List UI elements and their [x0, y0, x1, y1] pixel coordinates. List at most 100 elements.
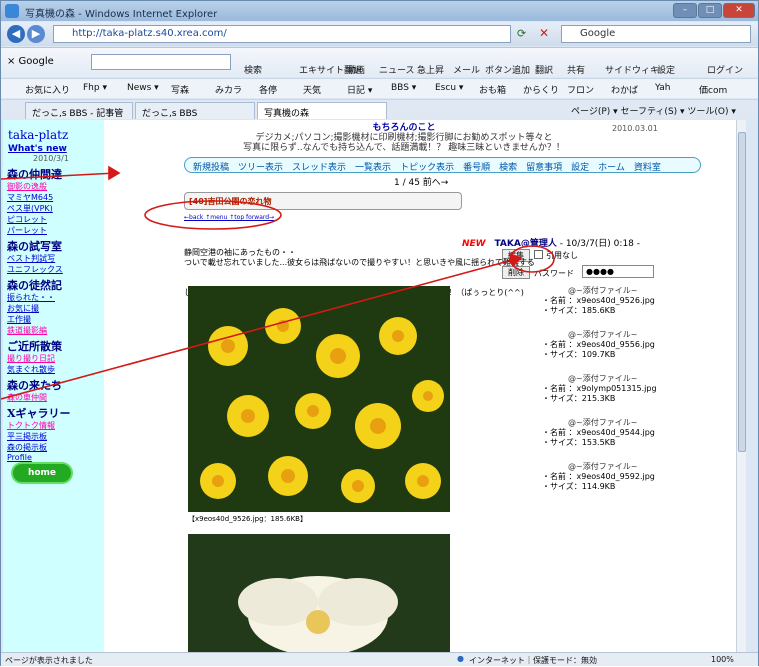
- url-field[interactable]: http://taka-platz.s40.xrea.com/: [53, 25, 511, 43]
- close-button[interactable]: ✕: [723, 3, 755, 18]
- tab-bar: だっこ,s BBS - 記事管理 だっこ,s BBS 写真機の森 ページ(P) …: [1, 99, 758, 132]
- bbs-menu-item[interactable]: 一覧表示: [355, 163, 391, 173]
- sidebar-link[interactable]: 撮り撮り日記: [7, 353, 55, 364]
- attachment-block: @~添付ファイル~ ・名前 ：x9olymp051315.jpg ・サイズ：215.…: [542, 374, 657, 404]
- google-toolbar-item[interactable]: ニュース: [379, 63, 415, 76]
- attachment-size: ・サイズ：109.7KB: [542, 350, 616, 359]
- bbs-menu-item[interactable]: ツリー表示: [238, 163, 283, 173]
- banner-date: 2010.03.01: [612, 124, 658, 133]
- bbs-menu-item[interactable]: トピック表示: [400, 163, 454, 173]
- favorite-item[interactable]: からくり: [523, 83, 559, 96]
- photo-daffodils[interactable]: [188, 286, 450, 512]
- back-button[interactable]: ◀: [7, 25, 25, 43]
- tab-bbs[interactable]: だっこ,s BBS: [135, 102, 255, 119]
- attachment-name[interactable]: ・名前 ：x9eos40d_9526.jpg: [542, 296, 655, 306]
- attachment-name[interactable]: ・名前 ：x9eos40d_9592.jpg: [542, 472, 655, 482]
- sidebar-link[interactable]: お気に撮: [7, 303, 39, 314]
- sidebar-link[interactable]: トクトク情報: [7, 420, 55, 431]
- pager[interactable]: 1 / 45 前へ→: [394, 175, 448, 188]
- google-toolbar-label[interactable]: × Google: [7, 56, 54, 67]
- favorite-item[interactable]: 天気: [303, 83, 321, 96]
- quote-checkbox[interactable]: [534, 250, 543, 259]
- forward-button[interactable]: ▶: [27, 25, 45, 43]
- refresh-icon[interactable]: ⟳: [517, 27, 526, 40]
- sidebar-link[interactable]: マミヤM645: [7, 192, 53, 203]
- sidebar-link[interactable]: 鉄道撮影編: [7, 325, 47, 336]
- bbs-menu-item[interactable]: 新規投稿: [193, 163, 229, 173]
- command-bar[interactable]: ページ(P) ▾ セーフティ(S) ▾ ツール(O) ▾: [571, 104, 736, 117]
- favorite-item[interactable]: おも箱: [479, 83, 506, 96]
- favorite-item[interactable]: 各停: [259, 83, 277, 96]
- attachment-block: @~添付ファイル~ ・名前 ：x9eos40d_9592.jpg ・サイズ：114.…: [542, 462, 655, 492]
- minimize-button[interactable]: –: [673, 3, 697, 18]
- google-toolbar-item[interactable]: ログイン: [707, 63, 743, 76]
- photo-caption: 【x9eos40d_9526.jpg：185.6KB】: [188, 515, 307, 523]
- bbs-menu-item[interactable]: ホーム: [598, 163, 625, 173]
- favorite-item[interactable]: News ▾: [127, 83, 159, 93]
- google-toolbar-item[interactable]: 翻訳: [535, 63, 553, 76]
- sidebar-link[interactable]: ベスト判試写: [7, 253, 55, 264]
- google-search-input[interactable]: [91, 54, 231, 70]
- photo-white-flower[interactable]: [188, 534, 450, 652]
- sidebar-link[interactable]: 工作撮: [7, 314, 31, 325]
- tab-bbs-admin[interactable]: だっこ,s BBS - 記事管理: [25, 102, 133, 132]
- stop-icon[interactable]: ✕: [539, 26, 549, 40]
- topic-title[interactable]: [40]吉田公園の恋れ物: [189, 196, 271, 207]
- sidebar-link[interactable]: Profile: [7, 453, 32, 462]
- sidebar-link[interactable]: 森の掲示板: [7, 442, 47, 453]
- home-button[interactable]: home: [13, 464, 71, 482]
- favorite-item[interactable]: みカラ: [215, 83, 242, 96]
- attachment-name[interactable]: ・名前 ：x9eos40d_9544.jpg: [542, 428, 655, 438]
- google-toolbar-item[interactable]: 共有: [567, 63, 585, 76]
- sidebar-link[interactable]: ユニフレックス: [7, 264, 63, 275]
- bbs-menu-item[interactable]: 番号順: [463, 163, 490, 173]
- zoom-level[interactable]: 100%: [711, 655, 734, 664]
- favorite-item[interactable]: わかば: [611, 83, 638, 96]
- bbs-menu-item[interactable]: 検索: [499, 163, 517, 173]
- favorite-item[interactable]: Yah: [655, 83, 670, 93]
- sidebar-link[interactable]: 御影の逸般: [7, 181, 47, 192]
- sidebar-link[interactable]: ペス単(VPK): [7, 203, 53, 214]
- post-nav-links[interactable]: ←back ↑menu ↑top forward→: [184, 214, 274, 221]
- attachment-name[interactable]: ・名前 ：x9eos40d_9556.jpg: [542, 340, 655, 350]
- attachment-name[interactable]: ・名前 ：x9olymp051315.jpg: [542, 384, 657, 394]
- quote-label: 引用なし: [546, 251, 578, 260]
- google-toolbar-item[interactable]: 設定: [657, 63, 675, 76]
- search-provider-field[interactable]: Google: [561, 25, 751, 43]
- scrollbar-thumb[interactable]: [738, 132, 746, 452]
- bbs-menu-item[interactable]: スレッド表示: [292, 163, 346, 173]
- daffodil-image: [188, 286, 450, 512]
- sidebar-link[interactable]: 平三掲示板: [7, 431, 47, 442]
- bbs-menu-item[interactable]: 留意事項: [526, 163, 562, 173]
- google-toolbar-item[interactable]: メール: [453, 63, 480, 76]
- favorite-item[interactable]: 価com: [699, 83, 727, 96]
- bbs-menu-item[interactable]: 資料室: [634, 163, 661, 173]
- maximize-button[interactable]: □: [698, 3, 722, 18]
- favorite-item[interactable]: BBS ▾: [391, 83, 416, 93]
- google-toolbar-item[interactable]: 急上昇: [417, 63, 444, 76]
- favorite-item[interactable]: 写森: [171, 83, 189, 96]
- post-body-line-1: 静岡空港の袖にあったもの・・: [184, 248, 296, 257]
- google-toolbar-item[interactable]: 検索: [244, 63, 262, 76]
- sidebar-link[interactable]: ピコレット: [7, 214, 47, 225]
- attachment-title: @~添付ファイル~: [568, 418, 638, 427]
- sidebar-link[interactable]: パーレット: [7, 225, 47, 236]
- sidebar-link[interactable]: 気まぐれ散歩: [7, 364, 55, 375]
- sidebar-link[interactable]: 振られた・・: [7, 292, 55, 303]
- google-toolbar-item[interactable]: 動画: [347, 63, 365, 76]
- google-toolbar-item[interactable]: ボタン追加: [485, 63, 530, 76]
- favorite-item[interactable]: 日記 ▾: [347, 83, 372, 96]
- password-field[interactable]: ●●●●: [582, 265, 654, 278]
- google-toolbar-item[interactable]: サイドウィキ: [605, 63, 659, 76]
- site-brand[interactable]: taka-platz: [8, 128, 68, 142]
- favorite-item[interactable]: お気に入り: [25, 83, 70, 96]
- tab-active[interactable]: 写真機の森: [257, 102, 387, 119]
- favorite-item[interactable]: Fhp ▾: [83, 83, 107, 93]
- bbs-menu-item[interactable]: 設定: [571, 163, 589, 173]
- vertical-scrollbar[interactable]: [736, 120, 746, 652]
- sidebar-link[interactable]: 森の車仲間: [7, 392, 47, 403]
- favorite-item[interactable]: Escu ▾: [435, 83, 463, 93]
- attachment-block: @~添付ファイル~ ・名前 ：x9eos40d_9544.jpg ・サイズ：153.…: [542, 418, 655, 448]
- whats-new-link[interactable]: What's new: [8, 144, 67, 154]
- favorite-item[interactable]: フロン: [567, 83, 594, 96]
